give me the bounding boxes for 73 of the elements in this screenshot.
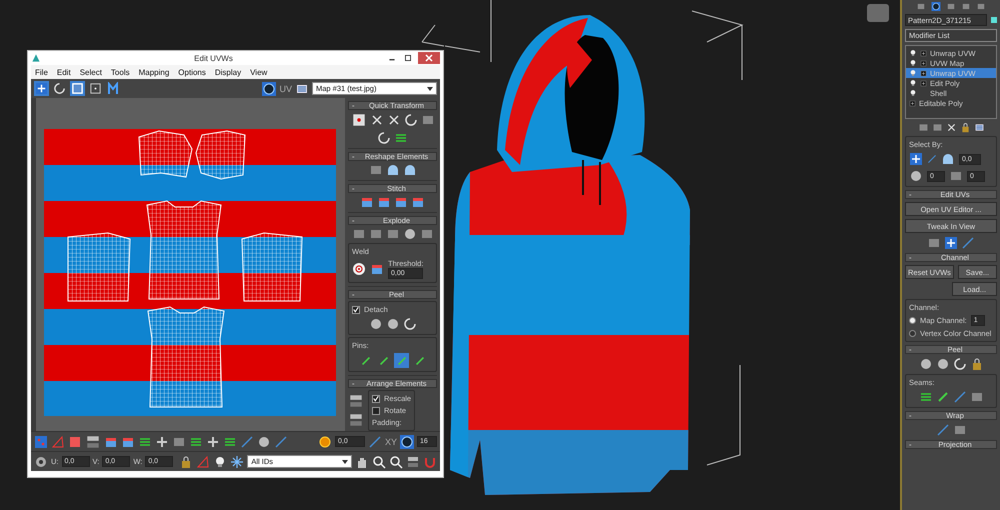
sphere-icon[interactable] bbox=[909, 169, 923, 183]
expand-icon[interactable] bbox=[909, 100, 916, 106]
menu-item[interactable]: Select bbox=[80, 68, 102, 76]
zoom-extents-icon[interactable] bbox=[406, 454, 420, 468]
relax-icon[interactable] bbox=[386, 163, 400, 177]
bulb-icon[interactable] bbox=[909, 59, 917, 67]
xy-label[interactable]: XY bbox=[384, 436, 397, 446]
peel-icon[interactable] bbox=[936, 357, 950, 371]
grow-ring-icon[interactable] bbox=[206, 434, 220, 448]
bulb-icon[interactable] bbox=[909, 49, 917, 57]
edge-mode-icon[interactable] bbox=[51, 434, 65, 448]
peel-icon[interactable] bbox=[918, 357, 932, 371]
face-mode-icon[interactable] bbox=[68, 434, 82, 448]
menu-item[interactable]: File bbox=[35, 68, 48, 76]
expand-icon[interactable] bbox=[920, 50, 927, 56]
vertex-mode-icon[interactable] bbox=[34, 434, 48, 448]
select-element-icon[interactable] bbox=[909, 152, 923, 166]
configure-icon[interactable] bbox=[974, 122, 984, 133]
falloff-line-icon[interactable] bbox=[368, 434, 382, 448]
remove-modifier-icon[interactable] bbox=[960, 122, 970, 133]
color-swatch[interactable] bbox=[991, 14, 997, 26]
radio-button[interactable] bbox=[909, 330, 916, 337]
relax-icon[interactable] bbox=[402, 163, 416, 177]
settings-icon[interactable] bbox=[34, 454, 48, 468]
bulb-icon[interactable] bbox=[909, 79, 917, 87]
app-logo-icon bbox=[31, 53, 41, 63]
angle-icon[interactable] bbox=[941, 152, 955, 166]
peel-icon[interactable] bbox=[386, 317, 400, 331]
expand-icon[interactable] bbox=[920, 70, 927, 76]
zoom-icon[interactable] bbox=[372, 454, 386, 468]
uv-label: UV bbox=[279, 84, 292, 94]
seam-path-icon[interactable] bbox=[936, 390, 950, 404]
selection-bracket bbox=[421, 24, 445, 47]
texture-icon[interactable] bbox=[400, 434, 414, 448]
menu-item[interactable]: Options bbox=[178, 68, 206, 76]
menu-item[interactable]: Tools bbox=[110, 68, 130, 76]
checkbox[interactable] bbox=[372, 394, 380, 402]
menu-item[interactable]: Edit bbox=[56, 68, 71, 76]
mirror-icon[interactable] bbox=[106, 82, 120, 96]
element-icon[interactable] bbox=[85, 434, 101, 450]
pack-icon[interactable] bbox=[348, 393, 364, 409]
pack-icon[interactable] bbox=[348, 412, 364, 428]
weld-target-icon[interactable] bbox=[352, 262, 366, 276]
caret-icon bbox=[342, 460, 348, 464]
caret-icon bbox=[427, 86, 433, 90]
menu-item[interactable]: Mapping bbox=[138, 68, 170, 76]
tweak-icon[interactable] bbox=[944, 236, 958, 250]
maximize-icon[interactable] bbox=[402, 52, 414, 64]
bulb-icon[interactable] bbox=[909, 89, 917, 97]
peel-icon[interactable] bbox=[368, 317, 382, 331]
edge-icon[interactable] bbox=[952, 390, 966, 404]
menu-item[interactable]: View bbox=[250, 68, 268, 76]
expand-icon[interactable] bbox=[920, 60, 927, 66]
soft-select-icon[interactable] bbox=[318, 434, 332, 448]
view-cube-icon[interactable] bbox=[866, 3, 890, 23]
ball-icon[interactable] bbox=[402, 227, 416, 241]
undo-icon[interactable] bbox=[952, 357, 966, 371]
window-title: Edit UVWs bbox=[193, 54, 234, 62]
close-icon[interactable] bbox=[418, 52, 440, 64]
menu-item[interactable]: Display bbox=[214, 68, 242, 76]
snowflake-icon[interactable] bbox=[230, 454, 244, 468]
zoom-region-icon[interactable] bbox=[389, 454, 403, 468]
globe-icon[interactable] bbox=[262, 82, 276, 96]
checkbox[interactable] bbox=[372, 406, 380, 414]
modify-tab-icon[interactable] bbox=[930, 2, 942, 11]
checkbox[interactable] bbox=[352, 306, 360, 314]
grow-loop-icon[interactable] bbox=[155, 434, 169, 448]
rotate-icon[interactable] bbox=[377, 131, 391, 145]
undo-icon[interactable] bbox=[402, 317, 416, 331]
radio-button[interactable] bbox=[909, 317, 916, 324]
expand-icon[interactable] bbox=[920, 80, 927, 86]
set-pivot-icon[interactable] bbox=[350, 112, 366, 128]
rotate-icon[interactable] bbox=[404, 113, 418, 127]
